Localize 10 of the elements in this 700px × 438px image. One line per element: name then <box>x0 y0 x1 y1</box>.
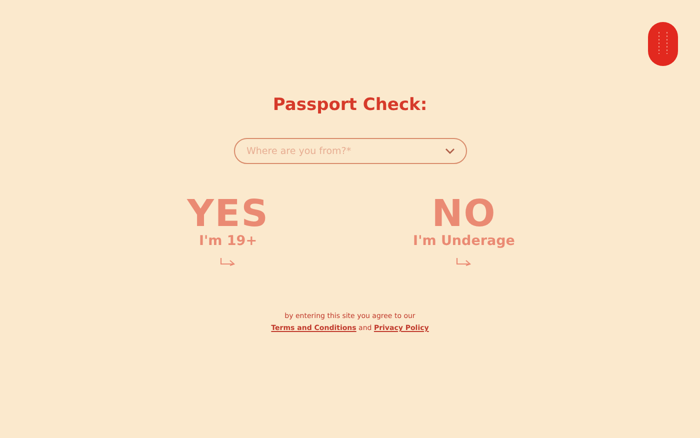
logo-icon[interactable] <box>648 22 678 66</box>
arrow-right-icon[interactable] <box>220 257 236 266</box>
option-heading[interactable]: YES <box>187 195 269 233</box>
option-label[interactable]: I'm 19+ <box>198 233 258 249</box>
arrow-right-icon[interactable] <box>456 257 472 266</box>
chevron-down-icon <box>444 148 454 154</box>
page-title: Passport Check: <box>272 95 428 115</box>
country-select[interactable]: Where are you from?* <box>234 138 466 164</box>
option-label[interactable]: I'm Underage <box>413 233 515 249</box>
option-heading[interactable]: NO <box>432 195 496 233</box>
